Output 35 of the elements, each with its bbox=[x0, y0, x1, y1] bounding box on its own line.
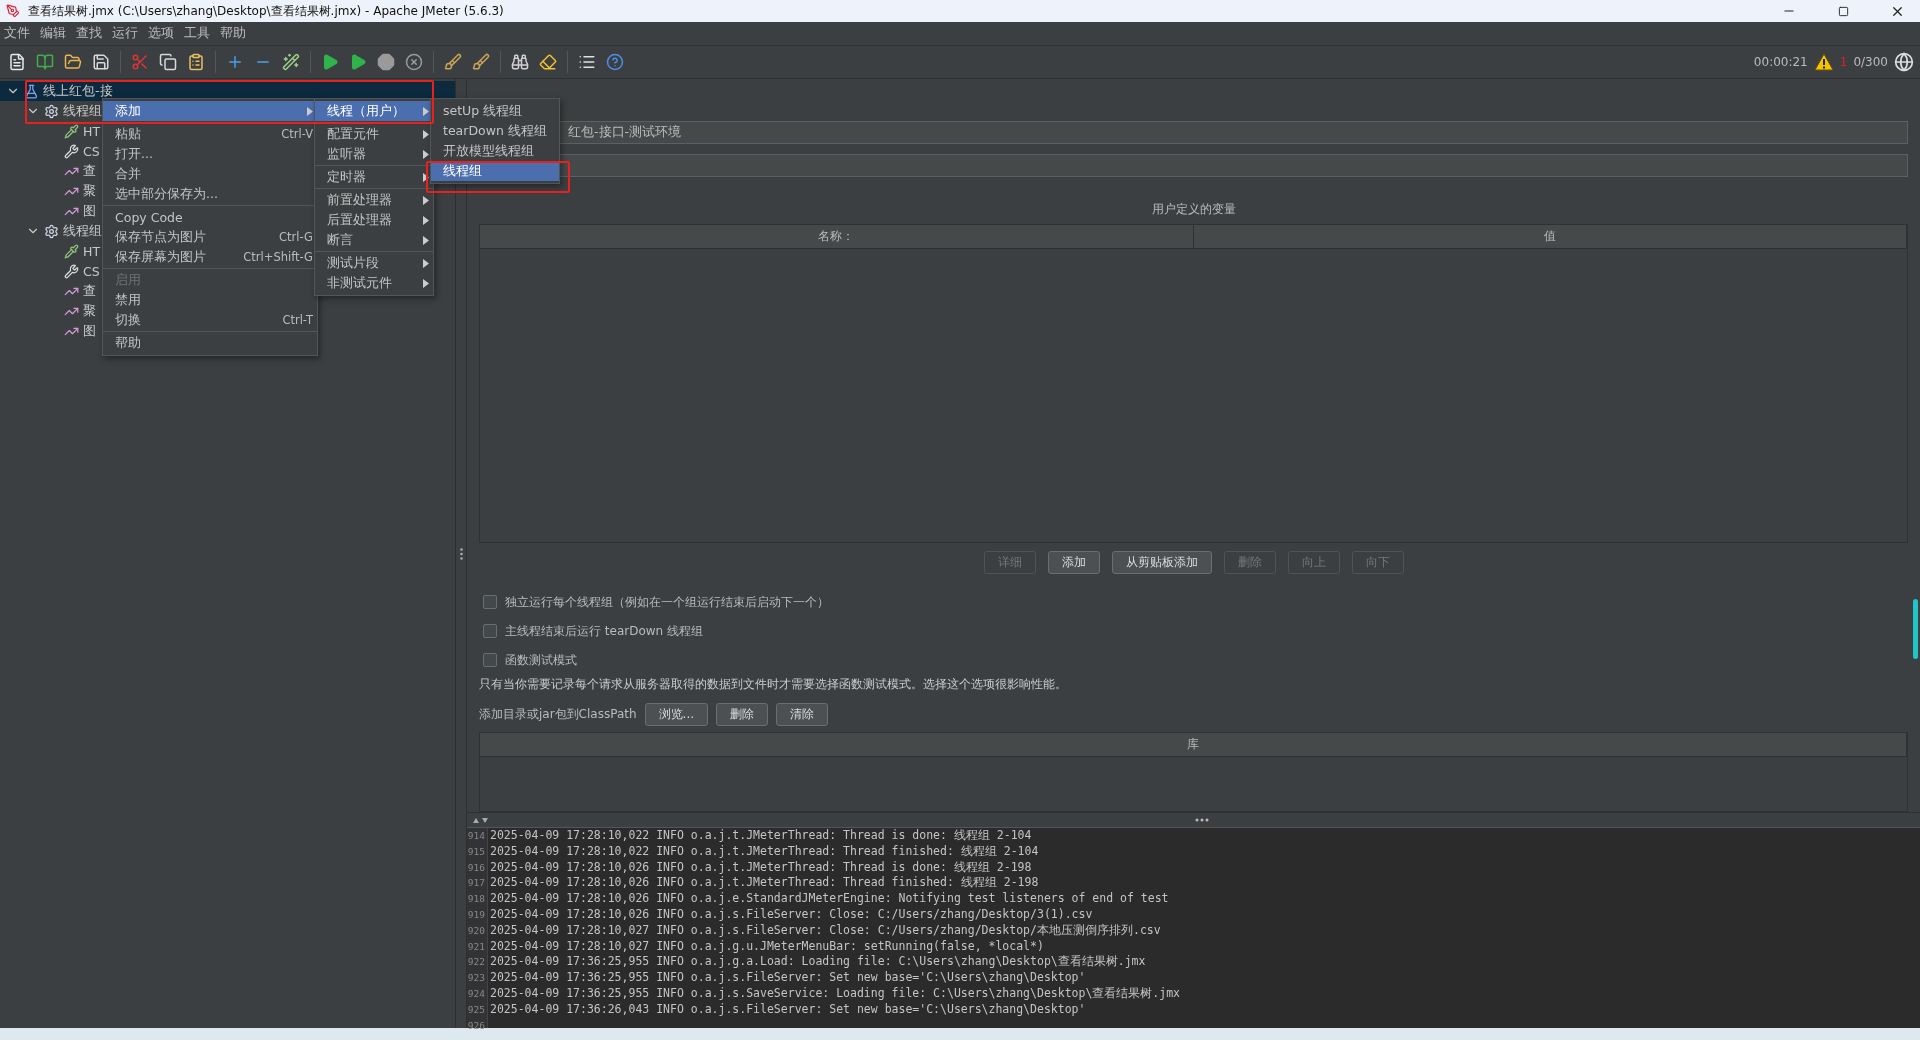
window-title: 查看结果树.jmx (C:\Users\zhang\Desktop\查看结果树.jmx) - Apache JMeter (5.6.3) bbox=[28, 2, 505, 20]
line-number: 917 bbox=[467, 876, 486, 891]
line-number: 916 bbox=[467, 860, 486, 875]
checkbox-label: 函数测试模式 bbox=[505, 651, 577, 669]
line-number: 924 bbox=[467, 986, 486, 1001]
checkbox-label: 独立运行每个线程组（例如在一个组运行结束后启动下一个） bbox=[505, 594, 829, 611]
log-line: 2025-04-09 17:28:10,026 INFO o.a.j.t.JMeterThread: Thread is done: 线程组 2-198 bbox=[490, 859, 1033, 876]
log-line: 2025-04-09 17:28:10,026 INFO o.a.j.e.StandardJMeterEngine: Notifying test listeners of end of test bbox=[490, 891, 1170, 907]
warning-count: 1 bbox=[1839, 55, 1848, 69]
classpath-label: 添加目录或jar包到ClassPath bbox=[479, 706, 637, 724]
log-line: 2025-04-09 17:36:25,955 INFO o.a.j.s.FileServer: Set new base='C:\Users\zhang\Desktop' bbox=[490, 970, 1087, 986]
line-number: 914 bbox=[467, 829, 486, 843]
line-number: 920 bbox=[467, 923, 486, 938]
log-line: 2025-04-09 17:28:10,027 INFO o.a.j.g.u.JMeterMenuBar: setRunning(false, *local*) bbox=[490, 938, 1045, 955]
line-number: 915 bbox=[467, 844, 486, 859]
line-number: 919 bbox=[467, 908, 486, 922]
section-title: 用户定义的变量 bbox=[1150, 200, 1237, 218]
line-number: 921 bbox=[467, 939, 486, 954]
line-number: 925 bbox=[467, 1002, 486, 1017]
line-number: 926 bbox=[467, 1018, 486, 1033]
log-line: 2025-04-09 17:28:10,026 INFO o.a.j.s.FileServer: Close: C:/Users/zhang/Desktop/3(1).csv bbox=[490, 907, 1094, 923]
checkbox-label: 主线程结束后运行 tearDown 线程组 bbox=[505, 622, 703, 640]
thread-count: 0/300 bbox=[1853, 55, 1888, 69]
line-number: 918 bbox=[467, 892, 486, 907]
log-line: 2025-04-09 17:28:10,022 INFO o.a.j.t.JMeterThread: Thread is done: 线程组 2-104 bbox=[490, 828, 1033, 844]
elapsed-time: 00:00:21 bbox=[1753, 55, 1808, 69]
log-line: 2025-04-09 17:28:10,026 INFO o.a.j.t.JMeterThread: Thread finished: 线程组 2-198 bbox=[490, 875, 1040, 892]
log-line: 2025-04-09 17:28:10,027 INFO o.a.j.s.FileServer: Close: C:/Users/zhang/Desktop/本地压测倒序排列.csv bbox=[490, 922, 1162, 939]
info-text: 只有当你需要记录每个请求从服务器取得的数据到文件时才需要选择函数测试模式。选择这个选项很影响性能。 bbox=[479, 676, 1068, 694]
log-line: 2025-04-09 17:36:26,043 INFO o.a.j.s.FileServer: Set new base='C:\Users\zhang\Desktop' bbox=[490, 1001, 1087, 1018]
log-line: 2025-04-09 17:36:25,955 INFO o.a.j.s.SaveService: Loading file: C:\Users\zhang\Desktop\查看结果树.jmx bbox=[490, 985, 1181, 1002]
line-number: 922 bbox=[467, 955, 486, 970]
log-line: 2025-04-09 17:36:25,955 INFO o.a.j.g.a.Load: Loading file: C:\Users\zhang\Desktop\查看结果树.jmx bbox=[490, 954, 1147, 971]
log-line: 2025-04-09 17:28:10,022 INFO o.a.j.t.JMeterThread: Thread finished: 线程组 2-104 bbox=[490, 843, 1040, 860]
line-number: 923 bbox=[467, 971, 486, 986]
